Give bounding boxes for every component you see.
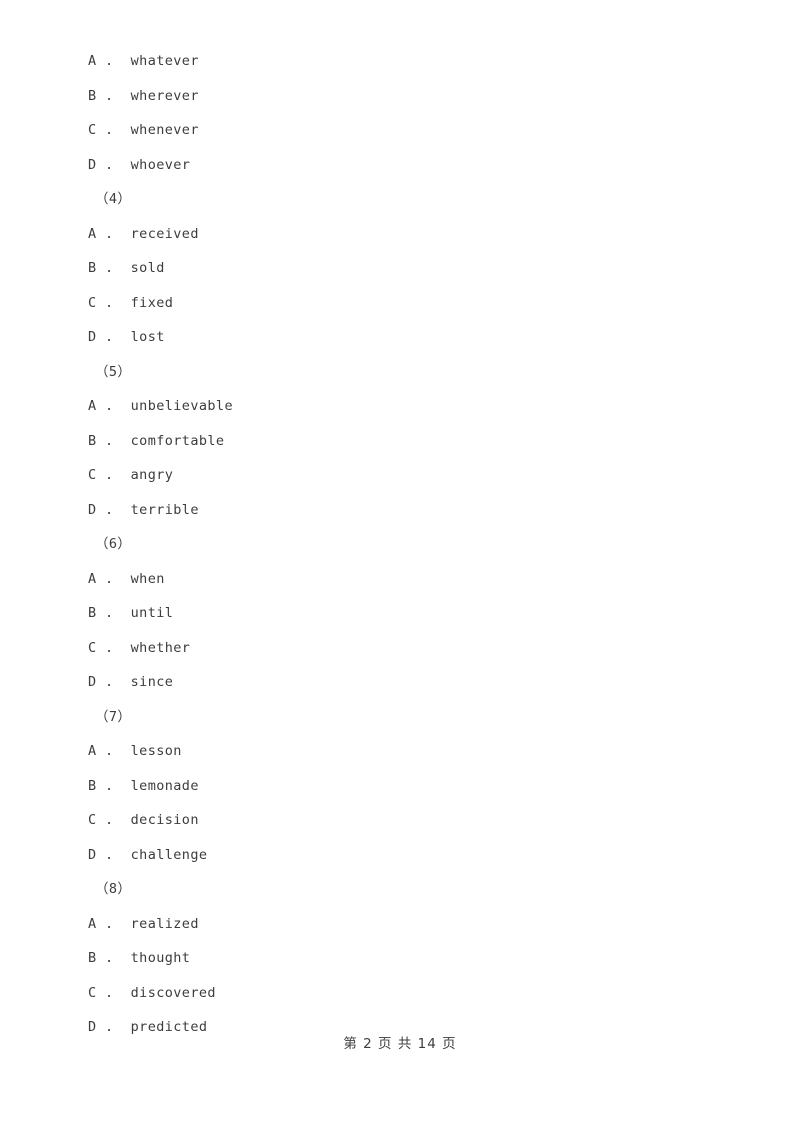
option-line: A . when (88, 570, 165, 587)
option-line: C . discovered (88, 984, 216, 1001)
option-line: A . realized (88, 915, 199, 932)
option-line: A . whatever (88, 53, 199, 69)
option-line: B . thought (88, 950, 191, 966)
option-line: A . received (88, 225, 199, 242)
option-line: B . comfortable (88, 432, 225, 449)
option-line: A . unbelievable (88, 398, 233, 414)
option-line: B . until (88, 605, 174, 621)
option-line: B . wherever (88, 87, 199, 104)
option-line: D . terrible (88, 501, 199, 518)
question-number: （8） (95, 881, 132, 897)
option-line: D . since (88, 674, 174, 690)
document-page: A . whatever B . wherever C . whenever D… (0, 0, 800, 1132)
option-line: C . decision (88, 812, 199, 828)
question-number: （5） (95, 363, 132, 380)
options-content: A . whatever B . wherever C . whenever D… (88, 44, 728, 1045)
question-number: （4） (95, 191, 132, 207)
option-line: B . sold (88, 260, 165, 276)
option-line: C . fixed (88, 294, 174, 311)
option-line: D . challenge (88, 846, 208, 863)
option-line: D . whoever (88, 156, 191, 173)
option-line: D . lost (88, 329, 165, 345)
question-number: （7） (95, 708, 132, 725)
option-line: C . whenever (88, 122, 199, 138)
option-line: C . angry (88, 467, 174, 483)
option-line: C . whether (88, 639, 191, 656)
question-number: （6） (95, 536, 132, 552)
option-line: B . lemonade (88, 777, 199, 794)
page-footer: 第 2 页 共 14 页 (343, 1036, 457, 1052)
option-line: A . lesson (88, 743, 182, 759)
